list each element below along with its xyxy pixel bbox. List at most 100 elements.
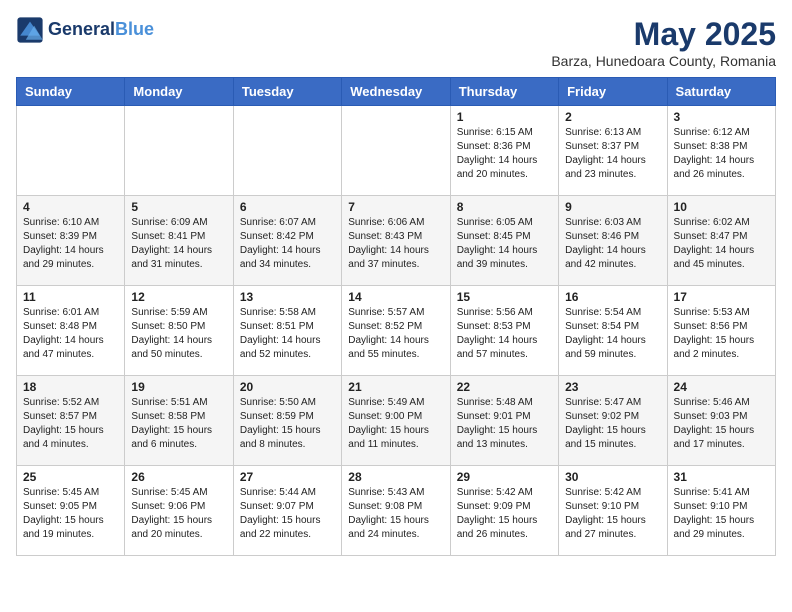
day-number: 2: [565, 110, 660, 124]
day-info: Sunrise: 5:49 AM Sunset: 9:00 PM Dayligh…: [348, 396, 443, 452]
calendar-cell: [125, 106, 233, 196]
calendar-cell: [17, 106, 125, 196]
day-number: 10: [674, 200, 769, 214]
calendar-cell: 25 Sunrise: 5:45 AM Sunset: 9:05 PM Dayli…: [17, 466, 125, 556]
calendar-week: 4Sunrise: 6:10 AM Sunset: 8:39 PM Daylig…: [17, 196, 776, 286]
calendar-cell: 29 Sunrise: 5:42 AM Sunset: 9:09 PM Dayli…: [450, 466, 558, 556]
calendar-cell: 8 Sunrise: 6:05 AM Sunset: 8:45 PM Daylig…: [450, 196, 558, 286]
day-info: Sunrise: 5:52 AM Sunset: 8:57 PM Dayligh…: [23, 396, 118, 452]
day-info: Sunrise: 5:59 AM Sunset: 8:50 PM Dayligh…: [131, 306, 226, 362]
calendar-cell: 4Sunrise: 6:10 AM Sunset: 8:39 PM Daylig…: [17, 196, 125, 286]
calendar-body: 1Sunrise: 6:15 AM Sunset: 8:36 PM Daylig…: [17, 106, 776, 556]
day-number: 9: [565, 200, 660, 214]
logo: GeneralBlue: [16, 16, 154, 44]
day-info: Sunrise: 6:06 AM Sunset: 8:43 PM Dayligh…: [348, 216, 443, 272]
logo-icon: [16, 16, 44, 44]
day-info: Sunrise: 5:54 AM Sunset: 8:54 PM Dayligh…: [565, 306, 660, 362]
calendar-week: 25 Sunrise: 5:45 AM Sunset: 9:05 PM Dayli…: [17, 466, 776, 556]
day-number: 22: [457, 380, 552, 394]
day-info: Sunrise: 5:42 AM Sunset: 9:10 PM Dayligh…: [565, 486, 660, 542]
calendar-cell: 15 Sunrise: 5:56 AM Sunset: 8:53 PM Dayli…: [450, 286, 558, 376]
day-info: Sunrise: 5:45 AM Sunset: 9:06 PM Dayligh…: [131, 486, 226, 542]
day-info: Sunrise: 5:42 AM Sunset: 9:09 PM Dayligh…: [457, 486, 552, 542]
calendar-cell: 31Sunrise: 5:41 AM Sunset: 9:10 PM Dayli…: [667, 466, 775, 556]
calendar-cell: 9Sunrise: 6:03 AM Sunset: 8:46 PM Daylig…: [559, 196, 667, 286]
day-info: Sunrise: 5:46 AM Sunset: 9:03 PM Dayligh…: [674, 396, 769, 452]
day-info: Sunrise: 6:05 AM Sunset: 8:45 PM Dayligh…: [457, 216, 552, 272]
logo-text: GeneralBlue: [48, 20, 154, 40]
calendar-subtitle: Barza, Hunedoara County, Romania: [551, 53, 776, 69]
calendar-cell: 7 Sunrise: 6:06 AM Sunset: 8:43 PM Daylig…: [342, 196, 450, 286]
calendar-cell: 20 Sunrise: 5:50 AM Sunset: 8:59 PM Dayli…: [233, 376, 341, 466]
day-info: Sunrise: 5:53 AM Sunset: 8:56 PM Dayligh…: [674, 306, 769, 362]
calendar-week: 11 Sunrise: 6:01 AM Sunset: 8:48 PM Dayli…: [17, 286, 776, 376]
title-block: May 2025 Barza, Hunedoara County, Romani…: [551, 16, 776, 69]
day-info: Sunrise: 5:58 AM Sunset: 8:51 PM Dayligh…: [240, 306, 335, 362]
day-info: Sunrise: 6:09 AM Sunset: 8:41 PM Dayligh…: [131, 216, 226, 272]
calendar-cell: 5 Sunrise: 6:09 AM Sunset: 8:41 PM Daylig…: [125, 196, 233, 286]
weekday-header: Tuesday: [233, 78, 341, 106]
day-info: Sunrise: 5:43 AM Sunset: 9:08 PM Dayligh…: [348, 486, 443, 542]
calendar-title: May 2025: [551, 16, 776, 53]
day-info: Sunrise: 5:57 AM Sunset: 8:52 PM Dayligh…: [348, 306, 443, 362]
calendar-cell: 18Sunrise: 5:52 AM Sunset: 8:57 PM Dayli…: [17, 376, 125, 466]
day-number: 15: [457, 290, 552, 304]
day-number: 8: [457, 200, 552, 214]
day-info: Sunrise: 5:50 AM Sunset: 8:59 PM Dayligh…: [240, 396, 335, 452]
day-info: Sunrise: 5:45 AM Sunset: 9:05 PM Dayligh…: [23, 486, 118, 542]
day-info: Sunrise: 6:13 AM Sunset: 8:37 PM Dayligh…: [565, 126, 660, 182]
calendar-cell: [233, 106, 341, 196]
day-info: Sunrise: 5:48 AM Sunset: 9:01 PM Dayligh…: [457, 396, 552, 452]
day-number: 7: [348, 200, 443, 214]
day-info: Sunrise: 6:02 AM Sunset: 8:47 PM Dayligh…: [674, 216, 769, 272]
calendar-cell: 24 Sunrise: 5:46 AM Sunset: 9:03 PM Dayli…: [667, 376, 775, 466]
day-info: Sunrise: 6:10 AM Sunset: 8:39 PM Dayligh…: [23, 216, 118, 272]
calendar-table: SundayMondayTuesdayWednesdayThursdayFrid…: [16, 77, 776, 556]
day-number: 11: [23, 290, 118, 304]
day-number: 3: [674, 110, 769, 124]
calendar-cell: 27 Sunrise: 5:44 AM Sunset: 9:07 PM Dayli…: [233, 466, 341, 556]
day-number: 30: [565, 470, 660, 484]
weekday-row: SundayMondayTuesdayWednesdayThursdayFrid…: [17, 78, 776, 106]
weekday-header: Sunday: [17, 78, 125, 106]
day-number: 23: [565, 380, 660, 394]
day-number: 31: [674, 470, 769, 484]
day-number: 21: [348, 380, 443, 394]
weekday-header: Wednesday: [342, 78, 450, 106]
day-number: 17: [674, 290, 769, 304]
calendar-cell: 28 Sunrise: 5:43 AM Sunset: 9:08 PM Dayli…: [342, 466, 450, 556]
day-number: 16: [565, 290, 660, 304]
day-number: 26: [131, 470, 226, 484]
day-info: Sunrise: 5:44 AM Sunset: 9:07 PM Dayligh…: [240, 486, 335, 542]
page-header: GeneralBlue May 2025 Barza, Hunedoara Co…: [16, 16, 776, 69]
day-info: Sunrise: 5:56 AM Sunset: 8:53 PM Dayligh…: [457, 306, 552, 362]
calendar-cell: 3Sunrise: 6:12 AM Sunset: 8:38 PM Daylig…: [667, 106, 775, 196]
day-number: 25: [23, 470, 118, 484]
calendar-cell: 22 Sunrise: 5:48 AM Sunset: 9:01 PM Dayli…: [450, 376, 558, 466]
weekday-header: Thursday: [450, 78, 558, 106]
day-number: 14: [348, 290, 443, 304]
day-info: Sunrise: 6:01 AM Sunset: 8:48 PM Dayligh…: [23, 306, 118, 362]
calendar-cell: 14 Sunrise: 5:57 AM Sunset: 8:52 PM Dayli…: [342, 286, 450, 376]
day-number: 28: [348, 470, 443, 484]
day-number: 5: [131, 200, 226, 214]
calendar-cell: 2 Sunrise: 6:13 AM Sunset: 8:37 PM Daylig…: [559, 106, 667, 196]
calendar-cell: 30 Sunrise: 5:42 AM Sunset: 9:10 PM Dayli…: [559, 466, 667, 556]
weekday-header: Saturday: [667, 78, 775, 106]
day-number: 27: [240, 470, 335, 484]
day-number: 24: [674, 380, 769, 394]
calendar-week: 18Sunrise: 5:52 AM Sunset: 8:57 PM Dayli…: [17, 376, 776, 466]
calendar-cell: 10 Sunrise: 6:02 AM Sunset: 8:47 PM Dayli…: [667, 196, 775, 286]
day-number: 19: [131, 380, 226, 394]
calendar-week: 1Sunrise: 6:15 AM Sunset: 8:36 PM Daylig…: [17, 106, 776, 196]
day-info: Sunrise: 6:07 AM Sunset: 8:42 PM Dayligh…: [240, 216, 335, 272]
calendar-cell: 11 Sunrise: 6:01 AM Sunset: 8:48 PM Dayli…: [17, 286, 125, 376]
day-number: 6: [240, 200, 335, 214]
day-number: 29: [457, 470, 552, 484]
day-number: 1: [457, 110, 552, 124]
weekday-header: Friday: [559, 78, 667, 106]
calendar-cell: 23Sunrise: 5:47 AM Sunset: 9:02 PM Dayli…: [559, 376, 667, 466]
weekday-header: Monday: [125, 78, 233, 106]
calendar-cell: 1Sunrise: 6:15 AM Sunset: 8:36 PM Daylig…: [450, 106, 558, 196]
day-number: 20: [240, 380, 335, 394]
